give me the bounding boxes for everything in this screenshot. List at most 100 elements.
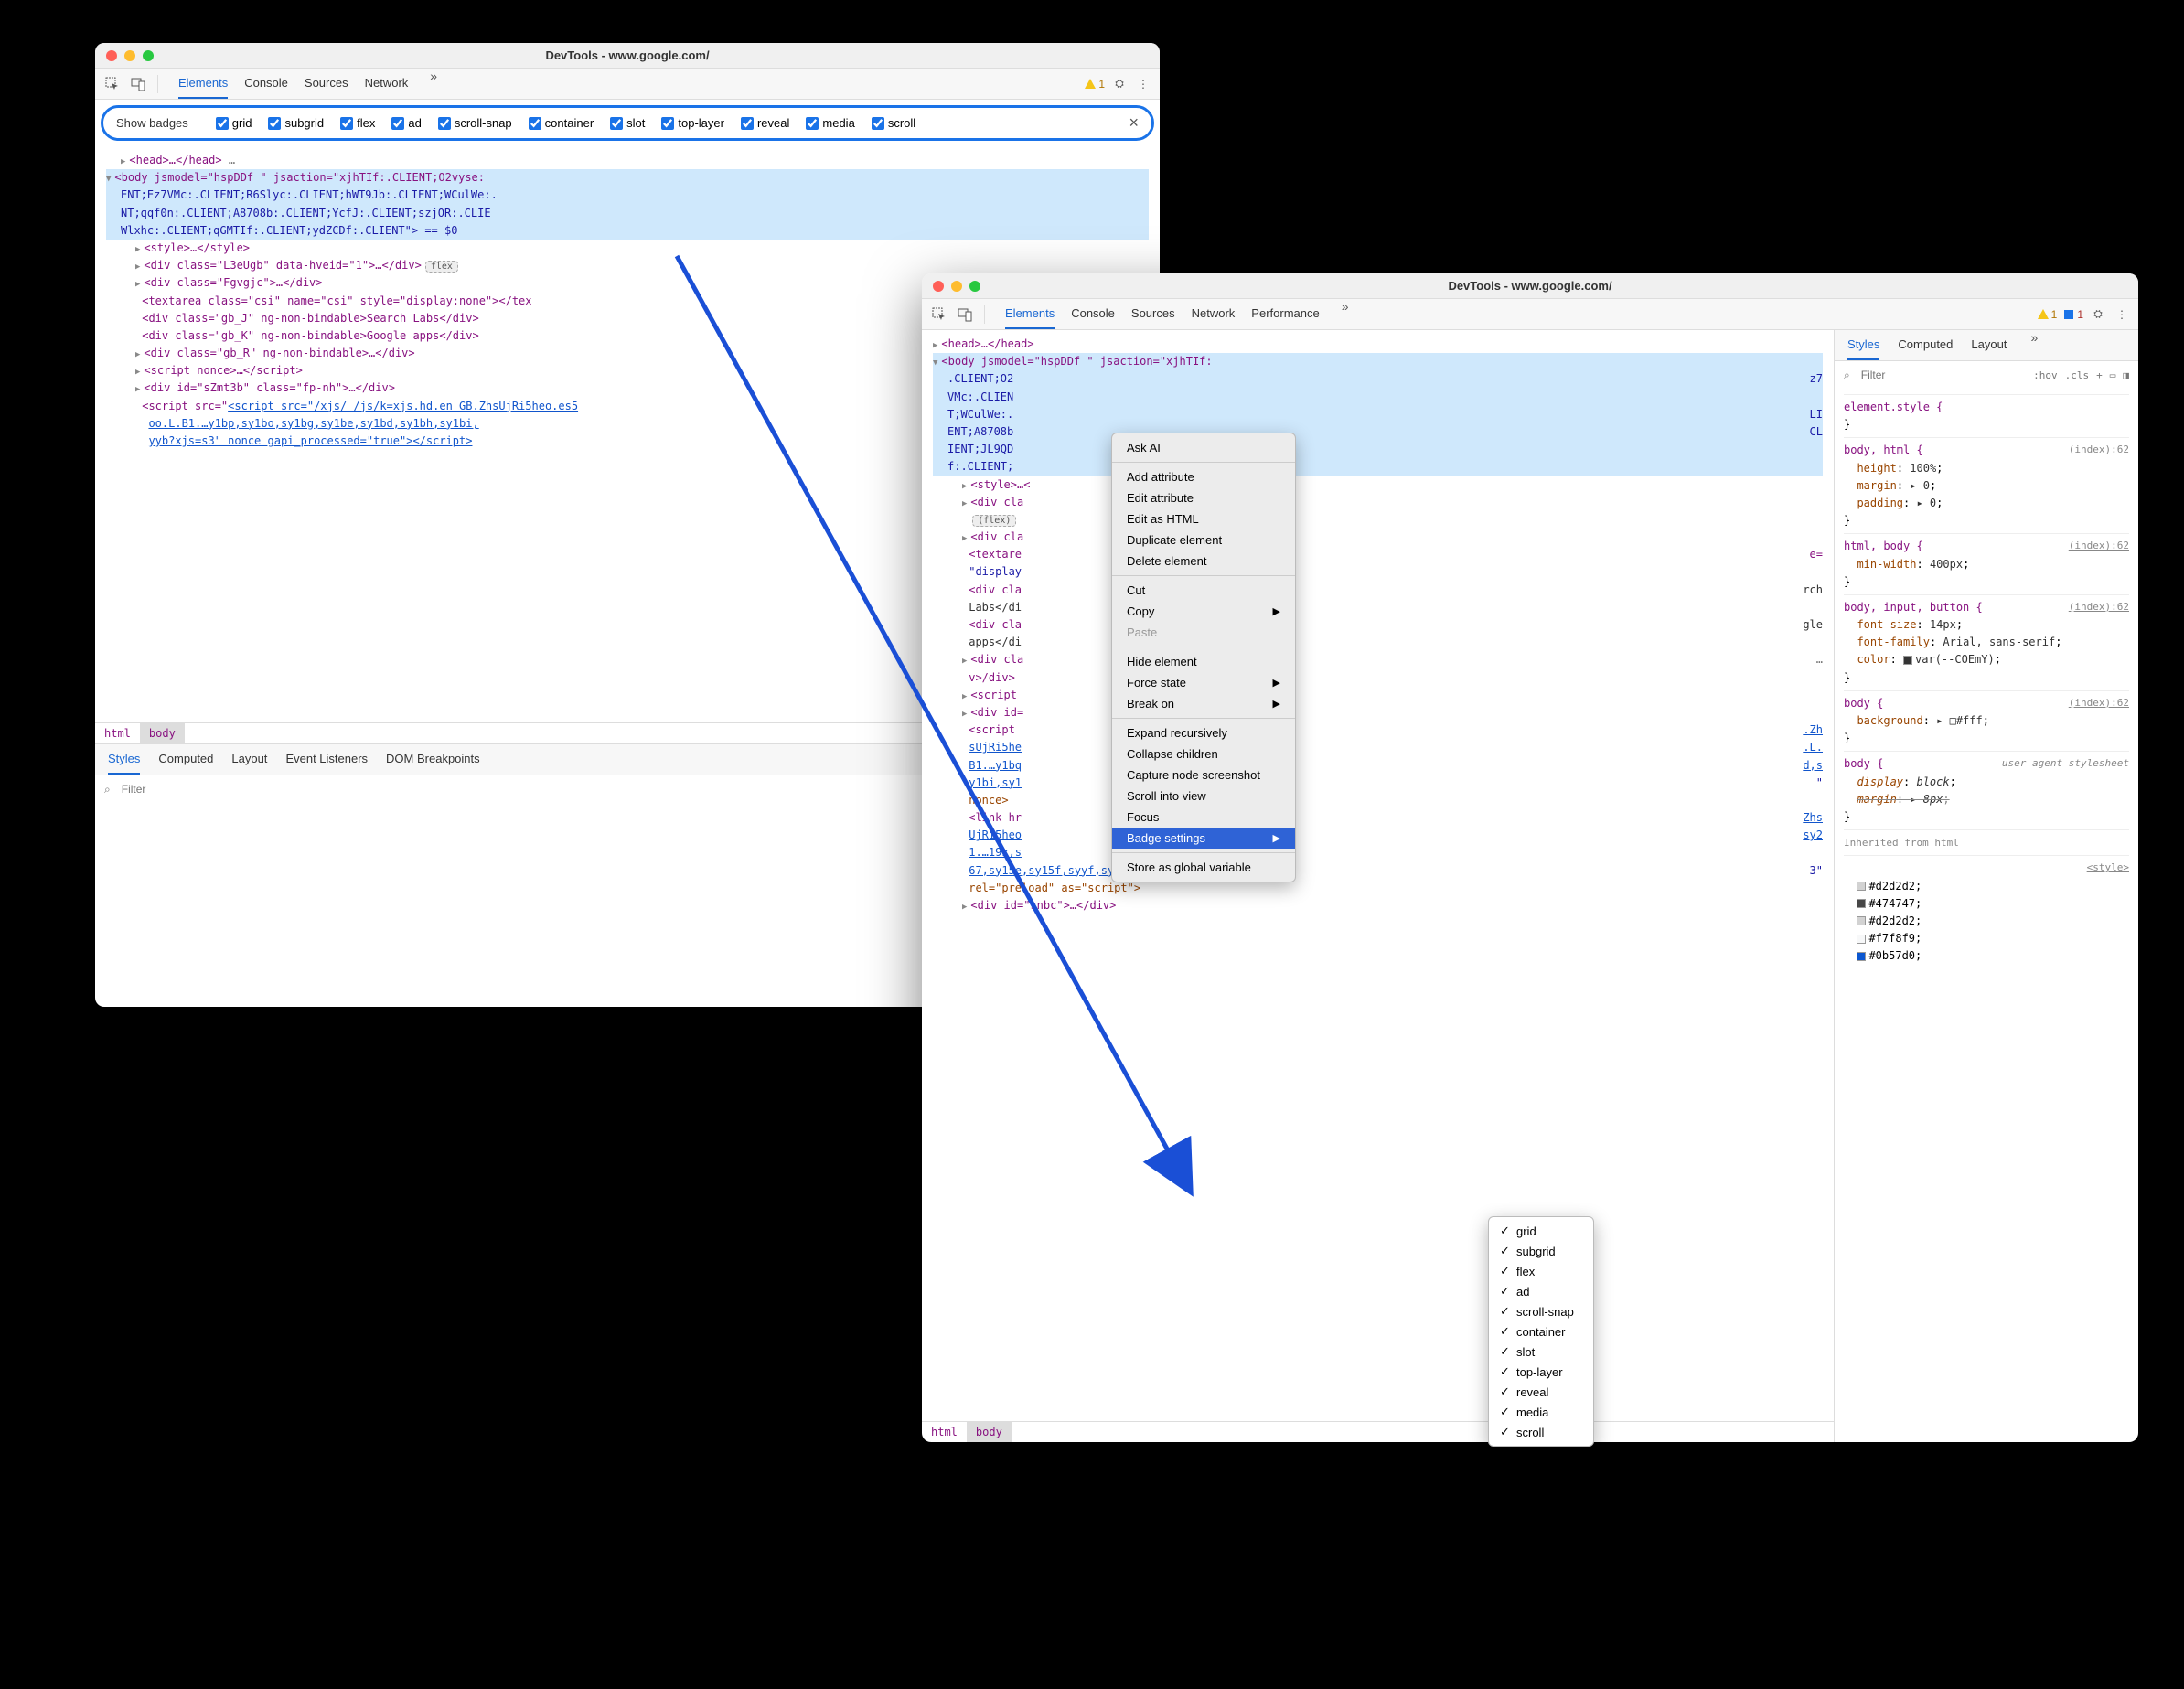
subtab-layout[interactable]: Layout: [231, 744, 267, 775]
more-menu-icon[interactable]: ⋮: [2113, 305, 2131, 324]
filter-input[interactable]: [1857, 365, 2026, 385]
context-menu-item[interactable]: Copy▶: [1112, 601, 1295, 622]
submenu-item[interactable]: ✓grid: [1489, 1221, 1593, 1241]
dom-breadcrumb[interactable]: html body: [922, 1421, 1834, 1442]
subtab-styles[interactable]: Styles: [108, 744, 140, 775]
badge-chk-subgrid[interactable]: subgrid: [268, 116, 324, 130]
submenu-item[interactable]: ✓top-layer: [1489, 1362, 1593, 1382]
subtab-styles[interactable]: Styles: [1847, 330, 1879, 360]
selected-dom-node[interactable]: <body jsmodel="hspDDf " jsaction="xjhTIf…: [933, 353, 1823, 476]
titlebar[interactable]: DevTools - www.google.com/: [922, 273, 2138, 299]
more-menu-icon[interactable]: ⋮: [1134, 75, 1152, 93]
warning-badge[interactable]: 1: [2037, 308, 2058, 321]
caret-icon[interactable]: [135, 381, 144, 394]
caret-down-icon[interactable]: [933, 355, 941, 368]
context-menu-item[interactable]: Edit as HTML: [1112, 508, 1295, 529]
minimize-window-button[interactable]: [124, 50, 135, 61]
caret-icon[interactable]: [962, 653, 970, 666]
badge-chk-reveal[interactable]: reveal: [741, 116, 789, 130]
selected-dom-node[interactable]: <body jsmodel="hspDDf " jsaction="xjhTIf…: [106, 169, 1149, 240]
warning-badge[interactable]: 1: [1084, 78, 1105, 91]
close-badge-bar-icon[interactable]: ×: [1129, 113, 1139, 133]
context-menu-item[interactable]: Cut: [1112, 580, 1295, 601]
caret-icon[interactable]: [135, 259, 144, 272]
badge-chk-top-layer[interactable]: top-layer: [661, 116, 724, 130]
caret-icon[interactable]: [962, 530, 970, 543]
submenu-item[interactable]: ✓scroll: [1489, 1422, 1593, 1442]
caret-icon[interactable]: [962, 706, 970, 719]
breadcrumb-html[interactable]: html: [922, 1422, 967, 1442]
tab-sources[interactable]: Sources: [305, 69, 348, 99]
more-tabs-icon[interactable]: »: [1336, 299, 1354, 329]
flex-badge[interactable]: flex: [425, 261, 458, 273]
settings-icon[interactable]: ⛭: [1110, 75, 1129, 93]
style-source-link[interactable]: <style>: [2087, 860, 2129, 876]
badge-chk-slot[interactable]: slot: [610, 116, 645, 130]
device-toggle-icon[interactable]: [128, 74, 148, 94]
caret-icon[interactable]: [933, 337, 941, 350]
tab-performance[interactable]: Performance: [1251, 299, 1319, 329]
badge-chk-scroll-snap[interactable]: scroll-snap: [438, 116, 512, 130]
context-menu-item[interactable]: Capture node screenshot: [1112, 764, 1295, 786]
caret-icon[interactable]: [135, 276, 144, 289]
close-window-button[interactable]: [106, 50, 117, 61]
more-tabs-icon[interactable]: »: [424, 69, 443, 99]
subtab-computed[interactable]: Computed: [1898, 330, 1953, 360]
breadcrumb-html[interactable]: html: [95, 723, 140, 743]
dom-tree-panel[interactable]: <head>…</head> <body jsmodel="hspDDf " j…: [922, 330, 1834, 1421]
caret-icon[interactable]: [962, 496, 970, 508]
titlebar[interactable]: DevTools - www.google.com/: [95, 43, 1160, 69]
maximize-window-button[interactable]: [969, 281, 980, 292]
color-swatch[interactable]: [1857, 882, 1866, 891]
hov-toggle[interactable]: :hov: [2033, 369, 2058, 381]
badge-chk-grid[interactable]: grid: [216, 116, 252, 130]
context-menu-item[interactable]: Collapse children: [1112, 743, 1295, 764]
subtab-layout[interactable]: Layout: [1971, 330, 2007, 360]
context-menu-item[interactable]: Scroll into view: [1112, 786, 1295, 807]
color-swatch[interactable]: [1857, 916, 1866, 925]
maximize-window-button[interactable]: [143, 50, 154, 61]
tab-console[interactable]: Console: [244, 69, 288, 99]
issues-badge[interactable]: 1: [2062, 308, 2083, 321]
more-tabs-icon[interactable]: »: [2025, 330, 2043, 360]
context-menu-item[interactable]: Break on▶: [1112, 693, 1295, 714]
context-menu-item[interactable]: Delete element: [1112, 551, 1295, 572]
caret-icon[interactable]: [121, 154, 129, 166]
tab-network[interactable]: Network: [365, 69, 409, 99]
tab-sources[interactable]: Sources: [1131, 299, 1175, 329]
subtab-event-listeners[interactable]: Event Listeners: [285, 744, 368, 775]
context-menu-item[interactable]: Duplicate element: [1112, 529, 1295, 551]
computed-styles-icon[interactable]: ▭: [2110, 369, 2116, 381]
inspect-icon[interactable]: [929, 305, 949, 325]
submenu-item[interactable]: ✓media: [1489, 1402, 1593, 1422]
caret-icon[interactable]: [135, 241, 144, 254]
caret-down-icon[interactable]: [106, 171, 114, 184]
caret-icon[interactable]: [962, 478, 970, 491]
caret-icon[interactable]: [135, 364, 144, 377]
close-window-button[interactable]: [933, 281, 944, 292]
subtab-dom-breakpoints[interactable]: DOM Breakpoints: [386, 744, 480, 775]
tab-elements[interactable]: Elements: [1005, 299, 1055, 329]
color-swatch[interactable]: [1903, 656, 1912, 665]
submenu-item[interactable]: ✓flex: [1489, 1261, 1593, 1281]
settings-icon[interactable]: ⛭: [2089, 305, 2107, 324]
submenu-item[interactable]: ✓slot: [1489, 1342, 1593, 1362]
context-menu-item[interactable]: Store as global variable: [1112, 857, 1295, 878]
caret-icon[interactable]: [962, 689, 970, 701]
tab-elements[interactable]: Elements: [178, 69, 228, 99]
context-menu-item[interactable]: Badge settings▶: [1112, 828, 1295, 849]
caret-icon[interactable]: [135, 347, 144, 359]
color-swatch[interactable]: [1857, 935, 1866, 944]
subtab-computed[interactable]: Computed: [158, 744, 213, 775]
breadcrumb-body[interactable]: body: [140, 723, 185, 743]
context-menu-item[interactable]: Edit attribute: [1112, 487, 1295, 508]
inspect-icon[interactable]: [102, 74, 123, 94]
caret-icon[interactable]: [962, 899, 970, 912]
minimize-window-button[interactable]: [951, 281, 962, 292]
submenu-item[interactable]: ✓ad: [1489, 1281, 1593, 1301]
context-menu-item[interactable]: Ask AI: [1112, 437, 1295, 458]
cls-toggle[interactable]: .cls: [2065, 369, 2090, 381]
submenu-item[interactable]: ✓container: [1489, 1321, 1593, 1342]
color-swatch[interactable]: [1857, 952, 1866, 961]
context-menu[interactable]: Ask AIAdd attributeEdit attributeEdit as…: [1111, 433, 1296, 882]
